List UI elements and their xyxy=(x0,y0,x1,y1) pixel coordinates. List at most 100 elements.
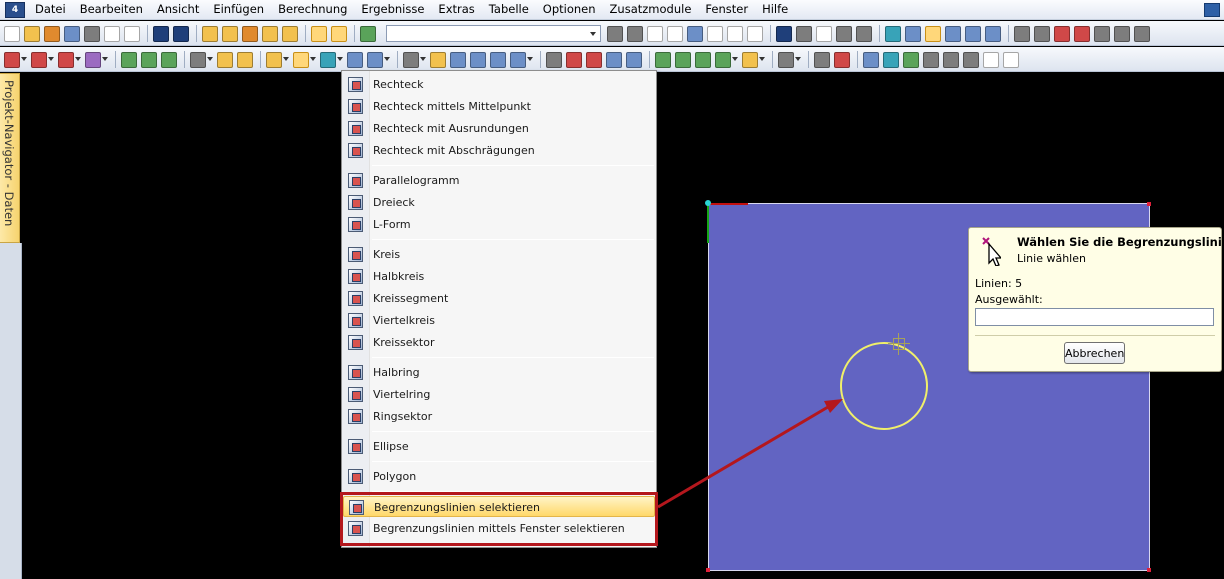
chevron-down-icon[interactable] xyxy=(590,32,596,36)
selected-lines-field[interactable] xyxy=(975,308,1214,326)
corner-node[interactable] xyxy=(1147,568,1151,572)
menu-tabelle[interactable]: Tabelle xyxy=(482,0,536,20)
chevron-down-icon[interactable] xyxy=(759,56,765,63)
redo-icon[interactable] xyxy=(173,25,189,42)
menu-item-viertelkreis[interactable]: Viertelkreis xyxy=(343,310,655,331)
window-control-icon[interactable] xyxy=(1204,3,1220,17)
print-icon[interactable] xyxy=(84,25,100,42)
undo-icon[interactable] xyxy=(153,25,169,42)
target-icon[interactable] xyxy=(242,25,258,42)
menu-optionen[interactable]: Optionen xyxy=(536,0,603,20)
menu-ergebnisse[interactable]: Ergebnisse xyxy=(354,0,431,20)
edit-icon[interactable] xyxy=(202,25,218,42)
view-3d-icon[interactable] xyxy=(626,51,642,68)
view-x-icon[interactable] xyxy=(655,51,671,68)
delete-icon[interactable] xyxy=(1074,25,1090,42)
chevron-down-icon[interactable] xyxy=(420,56,426,63)
view-neg-x-icon[interactable] xyxy=(715,51,731,68)
print-preview-icon[interactable] xyxy=(104,25,120,42)
element-icon[interactable] xyxy=(141,51,157,68)
chevron-down-icon[interactable] xyxy=(75,56,81,63)
load-case-icon[interactable] xyxy=(360,25,376,42)
point-icon[interactable] xyxy=(4,51,20,68)
save-icon[interactable] xyxy=(64,25,80,42)
comment-icon[interactable] xyxy=(262,25,278,42)
menu-item-rechteck-ausrundungen[interactable]: Rechteck mit Ausrundungen xyxy=(343,118,655,139)
panel-icon[interactable] xyxy=(983,51,999,68)
level-icon[interactable] xyxy=(963,51,979,68)
menu-einfuegen[interactable]: Einfügen xyxy=(206,0,271,20)
grid-icon[interactable] xyxy=(905,25,921,42)
arrange-icon[interactable] xyxy=(965,25,981,42)
dimension-icon[interactable] xyxy=(945,25,961,42)
load-case-combobox[interactable] xyxy=(386,25,601,42)
project-navigator-tab[interactable]: Projekt-Navigator - Daten xyxy=(0,73,20,243)
load-icon[interactable] xyxy=(217,51,233,68)
section-icon[interactable] xyxy=(121,51,137,68)
link-icon[interactable] xyxy=(776,25,792,42)
circular-boundary-line[interactable] xyxy=(840,342,928,430)
plane-icon[interactable] xyxy=(883,51,899,68)
circle-tool-icon[interactable] xyxy=(1034,25,1050,42)
menu-extras[interactable]: Extras xyxy=(431,0,481,20)
folder-icon[interactable] xyxy=(282,25,298,42)
new-file-icon[interactable] xyxy=(4,25,20,42)
dim-arc-icon[interactable] xyxy=(834,51,850,68)
tag-icon[interactable] xyxy=(856,25,872,42)
next-icon[interactable] xyxy=(627,25,643,42)
zoom-icon[interactable] xyxy=(546,51,562,68)
page-setup-icon[interactable] xyxy=(124,25,140,42)
corner-node[interactable] xyxy=(1147,202,1151,206)
grid-view-icon[interactable] xyxy=(331,25,347,42)
chevron-down-icon[interactable] xyxy=(21,56,27,63)
calculator-icon[interactable] xyxy=(1114,25,1130,42)
element-type-icon[interactable] xyxy=(266,51,282,68)
menu-item-polygon[interactable]: Polygon xyxy=(343,466,655,487)
extremes-icon[interactable] xyxy=(747,25,763,42)
menu-zusatzmodule[interactable]: Zusatzmodule xyxy=(603,0,699,20)
move-icon[interactable] xyxy=(403,51,419,68)
menu-item-parallelogramm[interactable]: Parallelogramm xyxy=(343,170,655,191)
surface-icon[interactable] xyxy=(161,51,177,68)
chevron-down-icon[interactable] xyxy=(207,56,213,63)
view-icon[interactable] xyxy=(687,25,703,42)
menu-item-kreis[interactable]: Kreis xyxy=(343,244,655,265)
menu-item-viertelring[interactable]: Viertelring xyxy=(343,384,655,405)
set-icon[interactable] xyxy=(367,51,383,68)
scale-icon[interactable] xyxy=(727,25,743,42)
chevron-down-icon[interactable] xyxy=(732,56,738,63)
support-icon[interactable] xyxy=(190,51,206,68)
chevron-down-icon[interactable] xyxy=(337,56,343,63)
menu-item-kreissegment[interactable]: Kreissegment xyxy=(343,288,655,309)
arc-icon[interactable] xyxy=(85,51,101,68)
menu-item-dreieck[interactable]: Dreieck xyxy=(343,192,655,213)
chevron-down-icon[interactable] xyxy=(102,56,108,63)
cell-icon[interactable] xyxy=(347,51,363,68)
menu-item-rechteck-mittelpunkt[interactable]: Rechteck mittels Mittelpunkt xyxy=(343,96,655,117)
copy-icon[interactable] xyxy=(430,51,446,68)
menu-hilfe[interactable]: Hilfe xyxy=(755,0,795,20)
chevron-down-icon[interactable] xyxy=(795,56,801,63)
layout-icon[interactable] xyxy=(1003,51,1019,68)
zoom-all-icon[interactable] xyxy=(586,51,602,68)
chevron-down-icon[interactable] xyxy=(310,56,316,63)
snap-icon[interactable] xyxy=(925,25,941,42)
chevron-down-icon[interactable] xyxy=(384,56,390,63)
find-icon[interactable] xyxy=(222,25,238,42)
menu-item-ringsektor[interactable]: Ringsektor xyxy=(343,406,655,427)
chevron-down-icon[interactable] xyxy=(527,56,533,63)
guideline-icon[interactable] xyxy=(863,51,879,68)
menu-fenster[interactable]: Fenster xyxy=(698,0,755,20)
isometric-icon[interactable] xyxy=(606,51,622,68)
corner-node[interactable] xyxy=(706,568,710,572)
values-icon[interactable] xyxy=(667,25,683,42)
menu-item-halbring[interactable]: Halbring xyxy=(343,362,655,383)
dim-linear-icon[interactable] xyxy=(814,51,830,68)
solid-icon[interactable] xyxy=(903,51,919,68)
intersection-icon[interactable] xyxy=(1054,25,1070,42)
deformation-icon[interactable] xyxy=(796,25,812,42)
settings-icon[interactable] xyxy=(1134,25,1150,42)
menu-item-rechteck-abschraegungen[interactable]: Rechteck mit Abschrägungen xyxy=(343,140,655,161)
measure-icon[interactable] xyxy=(1094,25,1110,42)
line-grid-icon[interactable] xyxy=(923,51,939,68)
